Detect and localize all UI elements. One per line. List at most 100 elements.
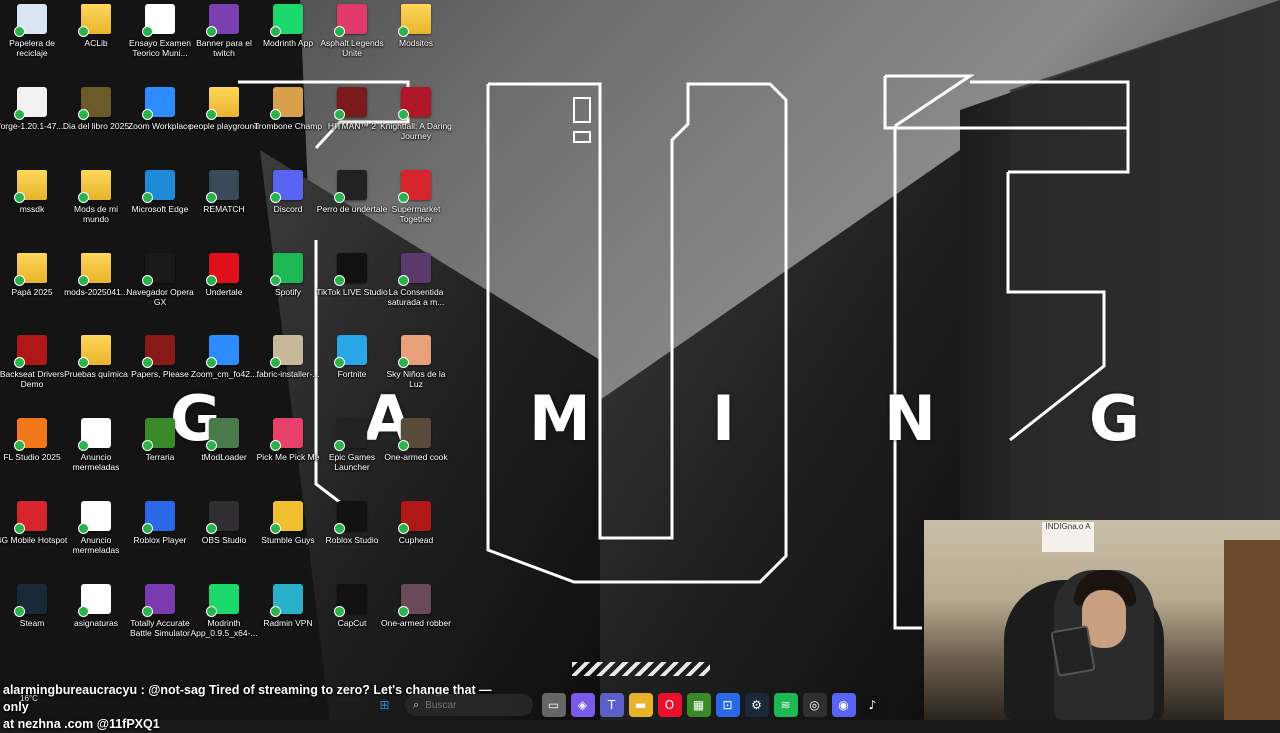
windows-start-icon[interactable]: ⊞ <box>373 693 397 717</box>
desktop-icon-label: Supermarket Together <box>391 204 441 224</box>
desktop-icon[interactable]: Anuncio mermeladas <box>64 501 128 583</box>
discord-taskbar-icon[interactable]: ◉ <box>831 693 856 717</box>
desktop-icon-label: Roblox Studio <box>325 535 379 545</box>
desktop-icon[interactable]: Discord <box>256 170 320 252</box>
desktop-icon[interactable]: FL Studio 2025 <box>0 418 64 500</box>
desktop-icon[interactable]: fabric-installer-... <box>256 335 320 417</box>
desktop-icon[interactable]: Undertale <box>192 253 256 335</box>
obs-taskbar-icon[interactable]: ◎ <box>802 693 827 717</box>
desktop-icon[interactable]: Terraria <box>128 418 192 500</box>
desktop-icon-label: Pruebas química <box>64 369 128 379</box>
desktop-icon[interactable]: Radmin VPN <box>256 584 320 666</box>
desktop-icon-label: Papelera de reciclaje <box>9 38 55 58</box>
desktop-icon[interactable]: Epic Games Launcher <box>320 418 384 500</box>
desktop-icon[interactable]: Banner para el twitch <box>192 4 256 86</box>
sync-status-icon <box>270 192 281 203</box>
tiktok-taskbar-icon[interactable]: ♪ <box>860 693 885 717</box>
desktop-icon[interactable]: Steam <box>0 584 64 666</box>
desktop-icon[interactable]: Papers, Please <box>128 335 192 417</box>
sync-status-icon <box>142 523 153 534</box>
sync-status-icon <box>78 357 89 368</box>
desktop-icon[interactable]: tModLoader <box>192 418 256 500</box>
pick-me-icon <box>270 418 303 451</box>
fortnite-icon <box>334 335 367 368</box>
desktop-icon-label: CapCut <box>337 618 367 628</box>
desktop-icon[interactable]: Knightfall: A Daring Journey <box>380 87 452 169</box>
desktop-icon[interactable]: Navegador Opera GX <box>126 253 194 335</box>
desktop-icon[interactable]: Dia del libro 2025 <box>63 87 129 169</box>
desktop-icon[interactable]: Perro de undertale <box>317 170 387 252</box>
desktop-icon-label: Totally Accurate Battle Simulator <box>130 618 190 638</box>
opera-gx-taskbar-icon[interactable]: O <box>657 693 682 717</box>
sync-status-icon <box>206 26 217 37</box>
desktop-icon[interactable]: asignaturas <box>64 584 128 666</box>
desktop-icon[interactable]: Ensayo Examen Teorico Muni... <box>128 4 192 86</box>
desktop-icon[interactable]: Anuncio mermeladas <box>64 418 128 500</box>
desktop-icon[interactable]: Zoom Workplace <box>128 87 192 169</box>
desktop-icon-label: fabric-installer-... <box>256 369 320 379</box>
sync-status-icon <box>334 26 345 37</box>
desktop-icon[interactable]: Backseat Drivers Demo <box>0 335 64 417</box>
spotify-taskbar-icon[interactable]: ≋ <box>773 693 798 717</box>
desktop-icon-label: Modrinth App_0.9.5_x64-... <box>190 618 258 638</box>
desktop-icon[interactable]: Microsoft Edge <box>128 170 192 252</box>
desktop-icon[interactable]: Pick Me Pick Me <box>256 418 320 500</box>
search-input[interactable] <box>425 699 516 711</box>
teams-icon[interactable]: T <box>599 693 624 717</box>
java-icon <box>14 87 47 120</box>
desktop-icon[interactable]: OBS Studio <box>192 501 256 583</box>
desktop-icon[interactable]: Asphalt Legends Unite <box>320 4 384 86</box>
desktop-icon[interactable]: people playground <box>189 87 259 169</box>
desktop-icon[interactable]: mssdk <box>0 170 64 252</box>
desktop-icon[interactable]: Pruebas química <box>64 335 128 417</box>
microsoft-store-icon[interactable]: ⊡ <box>715 693 740 717</box>
desktop-icon[interactable]: One-armed robber <box>381 584 451 666</box>
desktop-icon[interactable]: Spotify <box>256 253 320 335</box>
desktop-icon[interactable]: Modrinth App_0.9.5_x64-... <box>190 584 258 666</box>
copilot-icon[interactable]: ◈ <box>570 693 595 717</box>
weather-widget[interactable]: 16°C <box>20 694 38 703</box>
desktop-icon[interactable]: Zoom_cm_fo42... <box>191 335 257 417</box>
desktop-icon[interactable]: Fortnite <box>320 335 384 417</box>
webcam-wall-sign: INDIGna.o A <box>1042 522 1094 552</box>
sync-status-icon <box>270 357 281 368</box>
desktop-icon[interactable]: Stumble Guys <box>256 501 320 583</box>
desktop-icon[interactable]: TikTok LIVE Studio <box>316 253 388 335</box>
steam-taskbar-icon[interactable]: ⚙ <box>744 693 769 717</box>
roblox-studio-icon <box>334 501 367 534</box>
sync-status-icon <box>398 606 409 617</box>
desktop-icon[interactable]: Trombone Champ <box>254 87 322 169</box>
desktop-icon-label: HITMAN™ 2 <box>327 121 377 131</box>
desktop-icon[interactable]: Sky Niños de la Luz <box>384 335 448 417</box>
task-view-icon[interactable]: ▭ <box>541 693 566 717</box>
desktop-icon[interactable]: Papelera de reciclaje <box>0 4 64 86</box>
desktop-icon[interactable]: mods-2025041... <box>64 253 128 335</box>
file-explorer-icon[interactable]: ▬ <box>628 693 653 717</box>
desktop-icon[interactable]: REMATCH <box>192 170 256 252</box>
desktop-icon[interactable]: Modrinth App <box>256 4 320 86</box>
papers-please-icon <box>142 335 175 368</box>
desktop-icon[interactable]: Roblox Player <box>128 501 192 583</box>
sync-status-icon <box>334 192 345 203</box>
desktop-icon[interactable]: CapCut <box>320 584 384 666</box>
desktop-icon[interactable]: Modsitos <box>384 4 448 86</box>
desktop-icon[interactable]: Totally Accurate Battle Simulator <box>128 584 192 666</box>
desktop-icon[interactable]: ACLib <box>64 4 128 86</box>
rose-icon <box>398 87 431 120</box>
desktop-icon[interactable]: Supermarket Together <box>384 170 448 252</box>
desktop-icon[interactable]: One-armed cook <box>384 418 448 500</box>
desktop-icon[interactable]: forge-1.20.1-47.... <box>0 87 66 169</box>
desktop-icon[interactable]: Mods de mi mundo <box>64 170 128 252</box>
document-icon <box>142 4 175 37</box>
desktop-icon[interactable]: 4G Mobile Hotspot <box>0 501 67 583</box>
desktop-icon[interactable]: Papá 2025 <box>0 253 64 335</box>
desktop-icon[interactable]: La Consentida saturada a m... <box>384 253 448 335</box>
minecraft-icon[interactable]: ▦ <box>686 693 711 717</box>
desktop-icon[interactable]: HITMAN™ 2 <box>320 87 384 169</box>
tmodloader-icon <box>206 418 239 451</box>
desktop-icon-label: mods-2025041... <box>64 287 128 297</box>
taskbar-search[interactable]: ⌕ <box>405 694 533 716</box>
desktop-icon[interactable]: Cuphead <box>384 501 448 583</box>
desktop-icon[interactable]: Roblox Studio <box>320 501 384 583</box>
fabric-icon <box>270 335 303 368</box>
